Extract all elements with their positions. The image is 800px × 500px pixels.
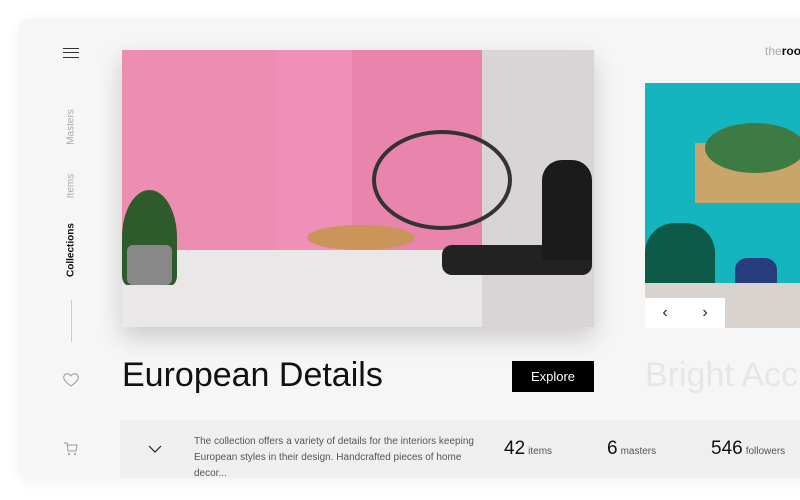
cart-icon[interactable] xyxy=(63,441,79,456)
brand-logo[interactable]: theroo xyxy=(765,44,800,58)
sidebar-item-collections[interactable]: Collections xyxy=(66,223,77,277)
chevron-down-icon[interactable] xyxy=(148,445,162,454)
next-collection-title[interactable]: Bright Acc xyxy=(645,356,798,395)
sidebar-item-items[interactable]: Items xyxy=(66,174,77,198)
collection-title: European Details xyxy=(122,356,383,394)
next-collection-image[interactable]: ‹ › xyxy=(645,83,800,328)
stat-followers: 546 followers xyxy=(711,438,786,459)
collection-image[interactable] xyxy=(122,50,594,327)
heart-icon[interactable] xyxy=(62,372,80,388)
stat-masters: 6 masters xyxy=(607,438,657,459)
sidebar-item-masters[interactable]: Masters xyxy=(66,109,77,145)
stat-items: 42 items xyxy=(504,438,553,459)
menu-icon[interactable] xyxy=(63,48,79,58)
sidebar-divider xyxy=(71,300,72,342)
next-arrow-icon[interactable]: › xyxy=(702,304,707,322)
explore-button[interactable]: Explore xyxy=(512,361,594,392)
collection-description: The collection offers a variety of detai… xyxy=(194,436,474,479)
prev-arrow-icon[interactable]: ‹ xyxy=(662,304,667,322)
